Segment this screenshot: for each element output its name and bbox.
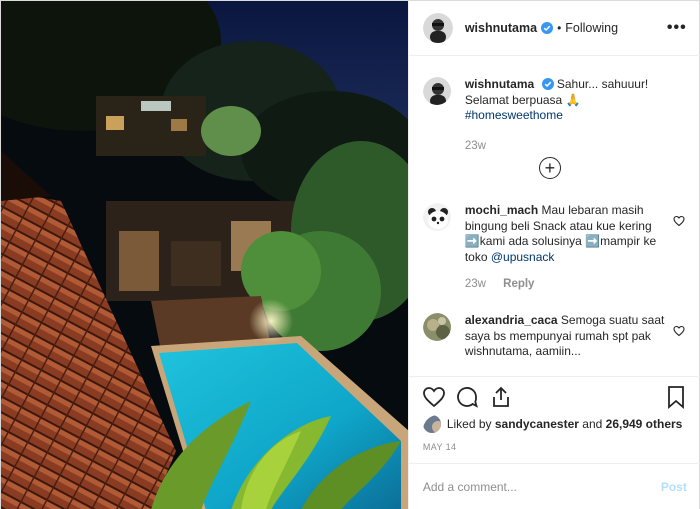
comment-username[interactable]: mochi_mach: [465, 203, 538, 217]
share-icon[interactable]: [489, 385, 513, 409]
bookmark-icon[interactable]: [664, 385, 688, 409]
instagram-post: wishnutama • Following ••• wishnutama Sa…: [0, 0, 700, 509]
following-button[interactable]: Following: [565, 21, 618, 35]
likes-count[interactable]: 26,949 others: [606, 417, 683, 431]
comment-icon[interactable]: [455, 385, 479, 409]
comment-item: alexandria_caca Semoga suatu saat saya b…: [422, 313, 685, 360]
header-separator: •: [557, 21, 562, 35]
comment-heart-icon[interactable]: [673, 325, 685, 337]
post-side-panel: wishnutama • Following ••• wishnutama Sa…: [407, 1, 700, 509]
comments-list[interactable]: wishnutama Sahur... sahuuur! Selamat ber…: [409, 57, 700, 375]
comment-input[interactable]: [422, 480, 661, 494]
night-villa-pool-photo: [1, 1, 408, 509]
add-comment-bar: Post: [408, 463, 700, 509]
caption-age[interactable]: 23w: [465, 140, 486, 152]
liker-username[interactable]: sandycanester: [495, 417, 579, 431]
likes-prefix: Liked by: [446, 417, 492, 431]
verified-badge-icon: [541, 78, 554, 90]
verified-badge-icon: [541, 22, 554, 34]
caption: wishnutama Sahur... sahuuur! Selamat ber…: [422, 77, 685, 154]
comment-heart-icon[interactable]: [673, 215, 685, 227]
comment-age[interactable]: 23w: [465, 278, 486, 290]
author-username[interactable]: wishnutama: [465, 21, 537, 35]
likes-summary: Liked by sandycanester and 26,949 others: [422, 413, 693, 435]
reply-button[interactable]: Reply: [503, 278, 534, 290]
comment-item: mochi_mach Mau lebaran masih bingung bel…: [422, 203, 685, 293]
load-more-comments-icon[interactable]: +: [538, 157, 561, 179]
comment-text: kami ada solusinya: [479, 234, 586, 248]
comment-username[interactable]: alexandria_caca: [465, 313, 558, 327]
post-comment-button[interactable]: Post: [661, 480, 687, 494]
comment-mention[interactable]: @upusnack: [491, 250, 555, 264]
post-header: wishnutama • Following •••: [408, 1, 700, 56]
commenter-avatar[interactable]: [422, 203, 451, 231]
author-avatar[interactable]: [422, 13, 453, 43]
arrow-emoji-icon: ➡️: [464, 234, 480, 248]
likes-middle: and: [582, 417, 603, 431]
post-photo[interactable]: [1, 1, 408, 509]
arrow-emoji-icon: ➡️: [585, 234, 601, 248]
caption-username[interactable]: wishnutama: [465, 77, 534, 91]
commenter-avatar[interactable]: [422, 313, 451, 341]
caption-avatar[interactable]: [422, 77, 451, 105]
post-date[interactable]: MAY 14: [423, 442, 457, 452]
more-options-icon[interactable]: •••: [667, 18, 687, 38]
liker-avatar[interactable]: [422, 415, 441, 433]
heart-icon[interactable]: [422, 385, 446, 409]
action-bar: [408, 376, 700, 412]
caption-hashtag[interactable]: #homesweethome: [465, 108, 563, 122]
